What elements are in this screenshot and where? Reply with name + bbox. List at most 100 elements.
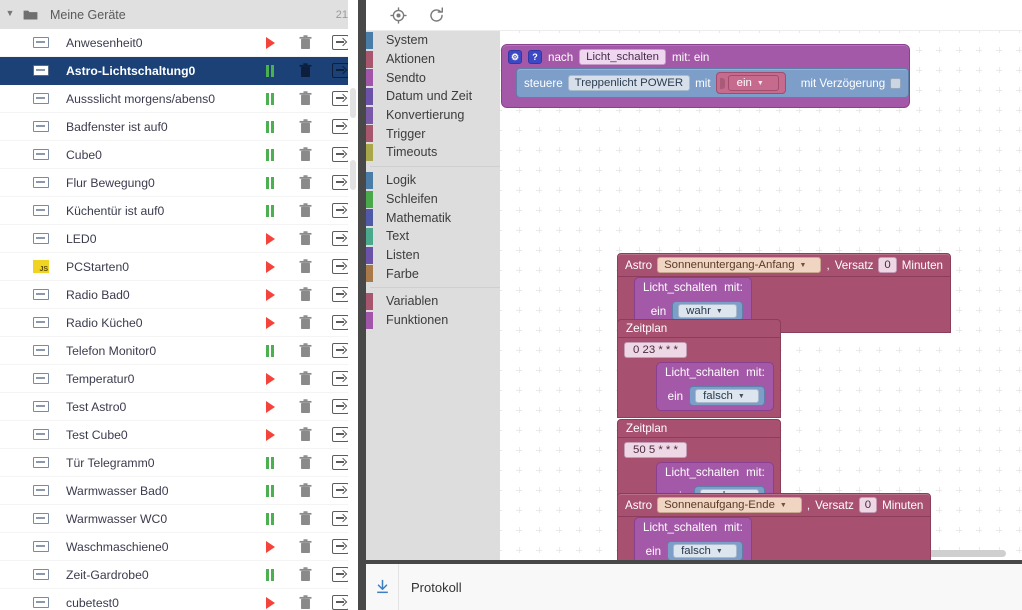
pause-icon[interactable] <box>252 148 288 161</box>
pane-divider[interactable] <box>358 0 366 610</box>
block-call-licht-schalten[interactable]: Licht_schalten mit: ein falsch ▼ <box>656 362 774 411</box>
script-row[interactable]: Test Cube0 <box>0 421 358 449</box>
script-row[interactable]: LED0 <box>0 225 358 253</box>
call-param-value-field[interactable]: falsch ▼ <box>673 544 737 558</box>
trash-icon[interactable] <box>288 315 322 330</box>
call-param-value-field[interactable]: falsch ▼ <box>695 389 759 403</box>
trash-icon[interactable] <box>288 399 322 414</box>
astro-offset-field[interactable]: 0 <box>878 257 897 273</box>
toolbox-category-aktionen[interactable]: Aktionen <box>366 50 500 69</box>
schedule-cron-field[interactable]: 50 5 * * * <box>624 442 687 458</box>
block-schedule-1[interactable]: Zeitplan 0 23 * * * Licht_schalten mit: ein f… <box>617 319 781 418</box>
block-control-statement[interactable]: steuere Treppenlicht POWER mit ein ▼ mit … <box>516 68 910 98</box>
script-row[interactable]: Radio Bad0 <box>0 281 358 309</box>
script-row[interactable]: Flur Bewegung0 <box>0 169 358 197</box>
script-row[interactable]: Temperatur0 <box>0 365 358 393</box>
script-row[interactable]: Warmwasser WC0 <box>0 505 358 533</box>
toolbox-category-funktionen[interactable]: Funktionen <box>366 311 500 330</box>
reload-icon[interactable] <box>426 5 446 25</box>
trash-icon[interactable] <box>288 231 322 246</box>
trash-icon[interactable] <box>288 595 322 610</box>
trash-icon[interactable] <box>288 427 322 442</box>
script-row[interactable]: Zeit-Gardrobe0 <box>0 561 358 589</box>
trash-icon[interactable] <box>288 147 322 162</box>
block-on-trigger[interactable]: ⚙ ? nach Licht_schalten mit: ein steuere… <box>501 44 911 108</box>
toolbox-category-variablen[interactable]: Variablen <box>366 292 500 311</box>
script-row[interactable]: JS PCStarten0 <box>0 253 358 281</box>
trash-icon[interactable] <box>288 35 322 50</box>
trash-icon[interactable] <box>288 91 322 106</box>
pause-icon[interactable] <box>252 512 288 525</box>
pause-icon[interactable] <box>252 204 288 217</box>
trash-icon[interactable] <box>288 343 322 358</box>
toolbox-category-farbe[interactable]: Farbe <box>366 264 500 283</box>
play-icon[interactable] <box>252 596 288 609</box>
trash-icon[interactable] <box>288 287 322 302</box>
toolbox-category-mathematik[interactable]: Mathematik <box>366 208 500 227</box>
play-icon[interactable] <box>252 428 288 441</box>
block-call-licht-schalten[interactable]: Licht_schalten mit: ein falsch ▼ <box>634 517 752 560</box>
play-icon[interactable] <box>252 540 288 553</box>
toolbox-category-schleifen[interactable]: Schleifen <box>366 190 500 209</box>
block-astro-sunrise[interactable]: Astro Sonnenaufgang-Ende ▼, Versatz 0 Minuten… <box>617 493 932 560</box>
play-icon[interactable] <box>252 400 288 413</box>
astro-event-field[interactable]: Sonnenaufgang-Ende ▼ <box>657 497 802 513</box>
toolbox-category-text[interactable]: Text <box>366 227 500 246</box>
astro-offset-field[interactable]: 0 <box>858 497 878 513</box>
toolbox-category-konvertierung[interactable]: Konvertierung <box>366 106 500 125</box>
chevron-down-icon[interactable]: ▼ <box>2 9 18 18</box>
script-row[interactable]: Tür Telegramm0 <box>0 449 358 477</box>
script-row[interactable]: Warmwasser Bad0 <box>0 477 358 505</box>
trash-icon[interactable] <box>288 259 322 274</box>
play-icon[interactable] <box>252 372 288 385</box>
script-row[interactable]: Anwesenheit0 <box>0 29 358 57</box>
toolbox-category-datum-und-zeit[interactable]: Datum und Zeit <box>366 87 500 106</box>
control-value-field[interactable]: ein ▼ <box>727 75 779 91</box>
trash-icon[interactable] <box>288 175 322 190</box>
toolbox-category-sendto[interactable]: Sendto <box>366 68 500 87</box>
trash-icon[interactable] <box>288 483 322 498</box>
script-row[interactable]: Astro-Lichtschaltung0 <box>0 57 358 85</box>
call-param-value-field[interactable]: wahr▼ <box>678 304 737 318</box>
script-row[interactable]: Test Astro0 <box>0 393 358 421</box>
toolbox-category-logik[interactable]: Logik <box>366 171 500 190</box>
sidebar-scroll-thumb[interactable] <box>350 88 356 118</box>
play-icon[interactable] <box>252 260 288 273</box>
sidebar-scrollbar[interactable] <box>348 0 358 610</box>
pause-icon[interactable] <box>252 568 288 581</box>
pause-icon[interactable] <box>252 64 288 77</box>
schedule-cron-field[interactable]: 0 23 * * * <box>624 342 687 358</box>
download-icon[interactable] <box>366 564 399 610</box>
center-blocks-icon[interactable] <box>388 5 408 25</box>
trash-icon[interactable] <box>288 567 322 582</box>
blockly-workspace[interactable]: ⚙ ? nach Licht_schalten mit: ein steuere… <box>500 31 1022 560</box>
trash-icon[interactable] <box>288 455 322 470</box>
script-row[interactable]: Radio Küche0 <box>0 309 358 337</box>
pause-icon[interactable] <box>252 176 288 189</box>
gear-icon[interactable]: ⚙ <box>508 50 522 64</box>
script-row[interactable]: Aussslicht morgens/abens0 <box>0 85 358 113</box>
script-row[interactable]: Küchentür ist auf0 <box>0 197 358 225</box>
sidebar-header[interactable]: ▼ Meine Geräte 21 <box>0 0 358 29</box>
script-row[interactable]: Cube0 <box>0 141 358 169</box>
script-row[interactable]: Badfenster ist auf0 <box>0 113 358 141</box>
pause-icon[interactable] <box>252 456 288 469</box>
on-object-field[interactable]: Licht_schalten <box>579 49 666 65</box>
control-delay-checkbox[interactable] <box>890 77 902 89</box>
trash-icon[interactable] <box>288 119 322 134</box>
astro-event-field[interactable]: Sonnenuntergang-Anfang ▼ <box>657 257 822 273</box>
trash-icon[interactable] <box>288 539 322 554</box>
play-icon[interactable] <box>252 36 288 49</box>
pause-icon[interactable] <box>252 484 288 497</box>
sidebar-scroll-thumb-secondary[interactable] <box>350 160 356 190</box>
trash-icon[interactable] <box>288 203 322 218</box>
trash-icon[interactable] <box>288 63 322 78</box>
play-icon[interactable] <box>252 316 288 329</box>
play-icon[interactable] <box>252 232 288 245</box>
script-row[interactable]: Waschmaschiene0 <box>0 533 358 561</box>
play-icon[interactable] <box>252 288 288 301</box>
toolbox-category-trigger[interactable]: Trigger <box>366 124 500 143</box>
script-row[interactable]: Telefon Monitor0 <box>0 337 358 365</box>
toolbox-category-system[interactable]: System <box>366 31 500 50</box>
pause-icon[interactable] <box>252 92 288 105</box>
